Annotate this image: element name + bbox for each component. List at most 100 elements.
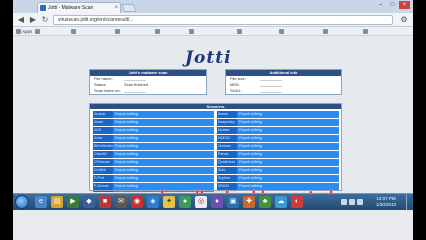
scanner-result: Found nothing (239, 112, 262, 116)
scanner-result: Found nothing (115, 144, 138, 148)
app-icon[interactable]: ♣ (259, 196, 271, 208)
app-icon[interactable]: ◉ (131, 196, 143, 208)
clock[interactable]: 12:07 PM 1/20/2013 (371, 196, 401, 208)
scanner-cell: Dr.Web Found nothing (93, 167, 214, 174)
chrome-icon[interactable]: ◎ (195, 196, 207, 208)
app-icon[interactable]: ☁ (275, 196, 287, 208)
bookmark-item[interactable] (189, 28, 233, 35)
bookmark-item[interactable] (71, 28, 111, 35)
maximize-icon[interactable]: □ (387, 1, 398, 9)
volume-icon[interactable] (357, 199, 363, 205)
bookmark-item[interactable] (35, 28, 67, 35)
app-icon[interactable]: ◈ (147, 196, 159, 208)
bookmark-item[interactable]: Apps (16, 28, 32, 35)
scanner-cell: Norman Found nothing (217, 143, 339, 150)
scanner-engine-name: Solo (217, 167, 237, 174)
scanner-cell: Sophos Found nothing (217, 175, 339, 182)
scanner-row: AVG Found nothing Mcafee Found nothing (93, 127, 339, 134)
scanner-cell: Panda Found nothing (217, 151, 339, 158)
scanner-cell: ClamAV Found nothing (93, 151, 214, 158)
tray-icon[interactable] (341, 199, 347, 205)
network-icon[interactable] (349, 199, 355, 205)
media-player-icon[interactable]: ▶ (67, 196, 79, 208)
scanner-engine-name: F-Prot (93, 175, 113, 182)
scanner-result: Found nothing (239, 168, 262, 172)
scanner-result: Found nothing (115, 120, 138, 124)
scanner-result: Found nothing (115, 112, 138, 116)
scanner-cell: NOD32 Found nothing (217, 135, 339, 142)
minimize-icon[interactable]: – (375, 1, 386, 9)
scan-info-panel: Jotti's malware scan File name: ________… (89, 69, 207, 95)
scanner-engine-name: Panda (217, 151, 237, 158)
forward-icon[interactable]: ▶ (28, 15, 38, 25)
scanner-cell: Arcavir Found nothing (93, 111, 214, 118)
scanner-engine-name: CPsecure (93, 159, 113, 166)
scanner-engine-name: Arcavir (93, 111, 113, 118)
scanner-row: ClamAV Found nothing Panda Found nothing (93, 151, 339, 158)
bookmark-item[interactable] (323, 28, 359, 35)
scanner-row: BitDefender Found nothing Norman Found noth… (93, 143, 339, 150)
app-icon[interactable]: ◐ (291, 196, 303, 208)
scanner-engine-name: QuickHeal (217, 159, 237, 166)
scanner-engine-name: Sophos (217, 175, 237, 182)
app-icon[interactable]: ✦ (163, 196, 175, 208)
back-icon[interactable]: ◀ (16, 15, 26, 25)
bookmarks-bar: Apps (13, 27, 413, 36)
taskbar: e ▤ ▶ ◆ ■ ✉ ◉ ◈ ✦ ● ◎ ♦ ▣ ✚ ♣ ☁ ◐ 12:07 … (13, 193, 413, 210)
wrench-icon[interactable]: ⚙ (399, 15, 409, 25)
scanner-cell: Avira Found nothing (93, 135, 214, 142)
app-icon[interactable]: ● (179, 196, 191, 208)
toolbar: ◀ ▶ ↻ virusscan.jotti.org/en/scanresult/… (13, 13, 413, 27)
start-button[interactable] (15, 195, 29, 209)
scanner-row: Avast Found nothing Kaspersky Found nothing (93, 119, 339, 126)
scanner-row: Arcavir Found nothing Ikarus Found nothing (93, 111, 339, 118)
scanner-cell: QuickHeal Found nothing (217, 159, 339, 166)
app-icon[interactable]: ▣ (227, 196, 239, 208)
scanner-result: Found nothing (239, 128, 262, 132)
new-tab-button[interactable] (121, 4, 137, 12)
scanner-engine-name: Mcafee (217, 127, 237, 134)
address-bar[interactable]: virusscan.jotti.org/en/scanresult/... (53, 15, 393, 25)
app-icon[interactable]: ✚ (243, 196, 255, 208)
scanners-panel: Scanners Arcavir Found nothing Ikarus Found… (89, 103, 342, 192)
ie-icon[interactable]: e (35, 196, 47, 208)
scanner-engine-name: Avira (93, 135, 113, 142)
explorer-icon[interactable]: ▤ (51, 196, 63, 208)
scanner-engine-name: Ikarus (217, 111, 237, 118)
bookmark-item[interactable] (279, 28, 319, 35)
app-icon[interactable]: ◆ (83, 196, 95, 208)
scanner-engine-name: Avast (93, 119, 113, 126)
scanners-title: Scanners (90, 104, 341, 109)
scanner-cell: Kaspersky Found nothing (217, 119, 339, 126)
reload-icon[interactable]: ↻ (40, 15, 50, 25)
show-desktop-button[interactable] (406, 194, 412, 210)
scanner-results: Arcavir Found nothing Ikarus Found nothing A… (93, 111, 339, 192)
scanner-engine-name: BitDefender (93, 143, 113, 150)
app-icon[interactable]: ✉ (115, 196, 127, 208)
bookmark-item[interactable] (115, 28, 151, 35)
bookmark-item[interactable] (237, 28, 275, 35)
scanner-result: Found nothing (239, 136, 262, 140)
scanner-engine-name: ClamAV (93, 151, 113, 158)
scanner-row: Avira Found nothing NOD32 Found nothing (93, 135, 339, 142)
scanner-cell: BitDefender Found nothing (93, 143, 214, 150)
close-tab-icon[interactable]: × (114, 3, 118, 13)
scanner-engine-name: Norman (217, 143, 237, 150)
bookmark-item[interactable] (363, 28, 403, 35)
scanner-row: F-Prot Found nothing Sophos Found nothing (93, 175, 339, 182)
app-icon[interactable]: ♦ (211, 196, 223, 208)
scanner-result: Found nothing (115, 176, 138, 180)
scanner-result: Found nothing (115, 128, 138, 132)
tab-strip: Jotti - Malware Scan × – □ × (13, 0, 413, 13)
clock-date: 1/20/2013 (375, 202, 397, 207)
scanner-cell: Solo Found nothing (217, 167, 339, 174)
close-window-icon[interactable]: × (399, 1, 410, 9)
favicon-icon (40, 5, 46, 11)
browser-tab[interactable]: Jotti - Malware Scan × (37, 2, 121, 13)
bookmark-item[interactable] (155, 28, 185, 35)
scanner-engine-name: NOD32 (217, 135, 237, 142)
jotti-logo[interactable]: Jotti (185, 50, 232, 67)
scanner-result: Found nothing (239, 144, 262, 148)
scanner-result: Found nothing (115, 160, 138, 164)
app-icon[interactable]: ■ (99, 196, 111, 208)
